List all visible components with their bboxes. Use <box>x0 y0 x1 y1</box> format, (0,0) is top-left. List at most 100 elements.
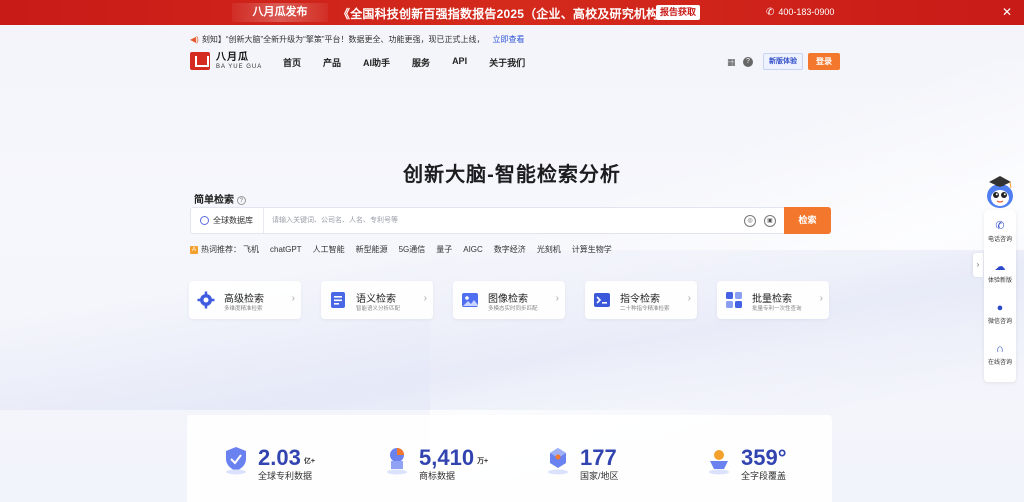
banner-phone: ✆ 400-183-0900 <box>766 7 834 18</box>
hot-tag[interactable]: chatGPT <box>270 245 302 254</box>
countries-icon <box>544 445 572 475</box>
card-batch-search[interactable]: 批量检索 批量专利一次性查询 › <box>717 281 829 319</box>
close-icon[interactable]: ✕ <box>1002 5 1012 19</box>
sidebar-item-label: 在线咨询 <box>987 360 1012 366</box>
feature-cards: 高级检索 多维度精准检索 › 语义检索 智能语义分析匹配 › 图像检索 多模态实… <box>189 281 849 319</box>
nav-item-about[interactable]: 关于我们 <box>489 56 525 69</box>
background-wave <box>0 250 1024 410</box>
image-search-icon[interactable]: ▣ <box>764 214 776 227</box>
sidebar-collapse-button[interactable]: › <box>973 253 983 277</box>
notice-bar: ◀) 刻知】“创新大脑”全新升级为“擎策”平台！数据更全、功能更强，现已正式上线，… <box>190 34 524 45</box>
phone-number: 400-183-0900 <box>778 7 835 17</box>
hot-label: 热词推荐： <box>201 245 241 254</box>
stats-panel: 2.03 亿+ 全球专利数据 5,410 万+ 商标数据 177 国家/地区 359… <box>187 415 832 502</box>
hot-keywords: A 热词推荐： 飞机 chatGPT 人工智能 新型能源 5G通信 量子 AIG… <box>190 244 623 255</box>
voice-search-icon[interactable]: ◎ <box>744 214 756 227</box>
card-title: 语义检索 <box>356 294 396 305</box>
top-banner[interactable]: 八月瓜发布 《全国科技创新百强指数报告2025（企业、高校及研究机构篇）》 报告… <box>0 0 1024 25</box>
sidebar-item-new-version[interactable]: ☁ 体验新版 <box>984 259 1016 296</box>
new-version-button[interactable]: 新版体验 <box>763 53 803 70</box>
notice-link[interactable]: 立即查看 <box>492 35 524 44</box>
card-subtitle: 批量专利一次性查询 <box>752 306 802 312</box>
sidebar-item-online[interactable]: ∩ 在线咨询 <box>984 341 1016 378</box>
card-subtitle: 智能语义分析匹配 <box>356 306 401 312</box>
coverage-icon <box>705 445 733 475</box>
nav-item-products[interactable]: 产品 <box>323 56 341 69</box>
hot-tag[interactable]: 光刻机 <box>537 244 561 255</box>
card-subtitle: 多维度精准检索 <box>224 306 263 312</box>
grid-icon <box>725 291 743 309</box>
search-box: 全球数据库 ◎ ▣ 检索 <box>190 207 831 234</box>
sidebar-item-label: 微信咨询 <box>987 319 1012 325</box>
logo-cn: 八月瓜 <box>216 51 249 63</box>
sidebar-item-label: 体验新版 <box>987 278 1012 284</box>
banner-tag: 八月瓜发布 <box>232 3 328 22</box>
image-icon <box>461 291 479 309</box>
stat-label: 全球专利数据 <box>258 471 313 481</box>
sidebar-item-wechat[interactable]: ● 微信咨询 <box>984 300 1016 337</box>
search-input[interactable] <box>264 208 744 233</box>
search-button[interactable]: 检索 <box>784 207 831 234</box>
hot-icon: A <box>190 245 198 254</box>
sidebar-item-phone[interactable]: ✆ 电话咨询 <box>984 218 1016 255</box>
login-button[interactable]: 登录 <box>808 53 840 70</box>
logo-mark <box>190 52 210 70</box>
wechat-icon: ● <box>996 302 1004 314</box>
card-image-search[interactable]: 图像检索 多模态实时同步匹配 › <box>453 281 565 319</box>
command-icon <box>593 291 611 309</box>
hot-tag[interactable]: 飞机 <box>243 244 259 255</box>
nav-item-home[interactable]: 首页 <box>283 56 301 69</box>
card-command-search[interactable]: 指令检索 二十种指令精准检索 › <box>585 281 697 319</box>
hot-tag[interactable]: 新型能源 <box>356 244 388 255</box>
nav-item-services[interactable]: 服务 <box>412 56 430 69</box>
stat-value: 2.03 <box>258 445 301 470</box>
card-subtitle: 多模态实时同步匹配 <box>488 306 538 312</box>
main-nav: 首页 产品 AI助手 服务 API 关于我们 <box>283 56 547 69</box>
hot-tag[interactable]: 数字经济 <box>494 244 526 255</box>
sidebar-item-label: 电话咨询 <box>987 237 1012 243</box>
card-subtitle: 二十种指令精准检索 <box>620 306 670 312</box>
card-title: 图像检索 <box>488 294 528 305</box>
contact-sidebar: ✆ 电话咨询 ☁ 体验新版 ● 微信咨询 ∩ 在线咨询 <box>983 170 1017 382</box>
hot-tag[interactable]: 计算生物学 <box>572 244 612 255</box>
chevron-right-icon: › <box>423 293 427 304</box>
speaker-icon: ◀) <box>190 35 199 44</box>
logo[interactable]: 八月瓜 BA YUE GUA <box>190 52 262 70</box>
card-title: 批量检索 <box>752 294 792 305</box>
trademark-data-icon <box>383 445 411 475</box>
simple-search-label: 简单检索? <box>194 191 246 206</box>
card-semantic-search[interactable]: 语义检索 智能语义分析匹配 › <box>321 281 433 319</box>
help-icon[interactable]: ? <box>743 56 753 67</box>
apps-icon[interactable]: ▦ <box>727 57 737 67</box>
chevron-right-icon: › <box>687 293 691 304</box>
stat-label: 国家/地区 <box>580 471 619 481</box>
hot-tag[interactable]: 量子 <box>436 244 452 255</box>
database-select-label: 全球数据库 <box>213 216 253 225</box>
phone-icon: ✆ <box>766 7 775 18</box>
mascot-icon[interactable] <box>983 170 1017 210</box>
nav-actions: ▦ ? 新版体验 登录 <box>727 53 840 70</box>
stat-unit: 亿+ <box>303 458 315 465</box>
phone-icon: ✆ <box>995 220 1005 232</box>
page-title: 创新大脑-智能检索分析 <box>403 164 621 186</box>
nav-item-api[interactable]: API <box>452 56 467 69</box>
stat-value: 5,410 <box>419 445 475 470</box>
chevron-right-icon: › <box>555 293 559 304</box>
hot-tag[interactable]: 5G通信 <box>399 244 426 255</box>
report-button[interactable]: 报告获取 <box>656 5 701 20</box>
hot-tag[interactable]: AIGC <box>463 245 483 254</box>
gear-icon <box>197 291 215 309</box>
hot-tag[interactable]: 人工智能 <box>313 244 345 255</box>
help-circle-icon[interactable]: ? <box>237 196 246 205</box>
database-select[interactable]: 全球数据库 <box>191 208 264 233</box>
nav-item-ai-assistant[interactable]: AI助手 <box>363 56 390 69</box>
headset-icon: ∩ <box>996 343 1004 355</box>
contact-panel: ✆ 电话咨询 ☁ 体验新版 ● 微信咨询 ∩ 在线咨询 <box>984 210 1016 382</box>
chevron-right-icon: › <box>291 293 295 304</box>
stat-label: 商标数据 <box>419 471 456 481</box>
document-icon <box>329 291 347 309</box>
stat-label: 全字段覆盖 <box>741 471 787 481</box>
banner-headline[interactable]: 《全国科技创新百强指数报告2025（企业、高校及研究机构篇）》 <box>338 5 689 22</box>
patent-data-icon <box>222 445 250 475</box>
card-advanced-search[interactable]: 高级检索 多维度精准检索 › <box>189 281 301 319</box>
